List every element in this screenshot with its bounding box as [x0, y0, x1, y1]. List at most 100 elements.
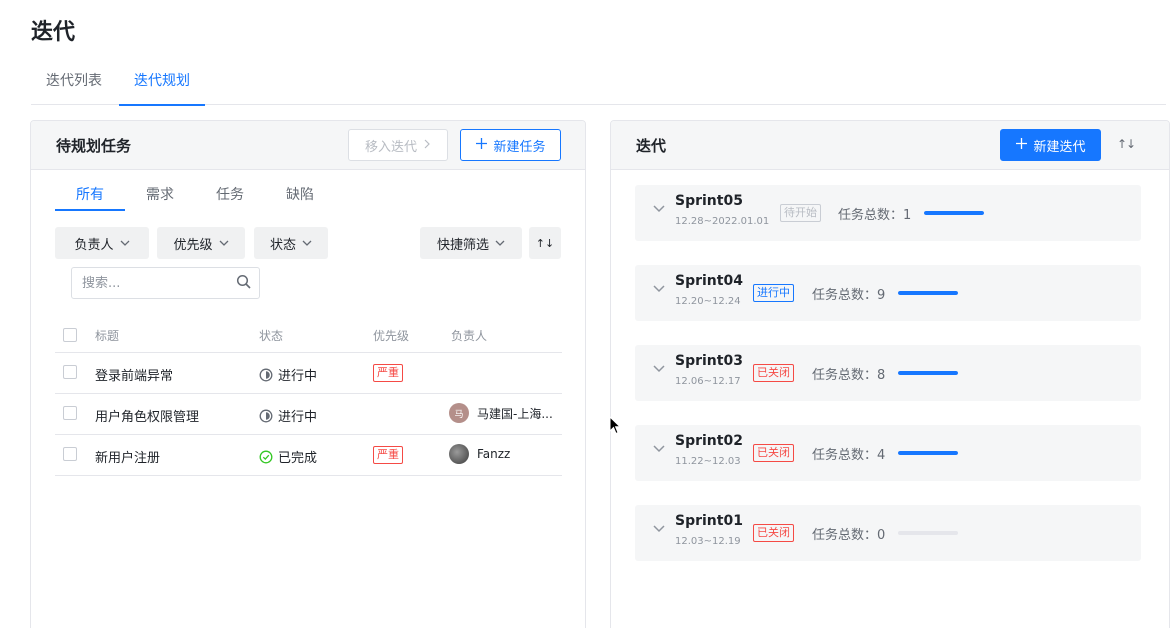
check-circle-icon — [259, 450, 273, 463]
subtab-requirements[interactable]: 需求 — [125, 179, 195, 211]
sort-icon: ↑↓ — [535, 236, 555, 250]
task-count-label: 任务总数： — [812, 448, 878, 463]
task-count-label: 任务总数： — [812, 368, 878, 383]
sprint-name: Sprint02 — [675, 433, 743, 449]
sprint-progress-bar — [924, 211, 984, 215]
sprint-name: Sprint01 — [675, 513, 743, 529]
sprint-dates: 12.28~2022.01.01 — [675, 216, 770, 227]
priority-badge: 严重 — [373, 446, 403, 464]
half-circle-icon — [259, 409, 273, 422]
sprint-task-count: 任务总数：4 — [812, 444, 885, 463]
half-circle-icon — [259, 368, 273, 381]
filter-assignee[interactable]: 负责人 — [55, 227, 149, 259]
task-status-label: 已完成 — [278, 451, 318, 466]
task-status[interactable]: 进行中 — [259, 406, 317, 425]
task-status-label: 进行中 — [278, 410, 318, 425]
progress-fill — [898, 371, 958, 375]
task-title[interactable]: 登录前端异常 — [95, 365, 173, 384]
filter-status-label: 状态 — [269, 237, 296, 253]
new-task-label: 新建任务 — [493, 139, 546, 155]
task-title[interactable]: 用户角色权限管理 — [95, 406, 199, 425]
quick-filter[interactable]: 快捷筛选 — [420, 227, 522, 259]
row-checkbox[interactable] — [63, 365, 77, 379]
sprint-task-count: 任务总数：9 — [812, 284, 885, 303]
task-count-value: 9 — [877, 288, 886, 303]
sprint-panel-header: 迭代 新建迭代 ↑↓ — [611, 121, 1169, 170]
task-count-value: 0 — [877, 528, 886, 543]
chevron-down-icon — [302, 238, 312, 249]
chevron-down-icon — [495, 238, 505, 249]
search-icon[interactable] — [236, 274, 252, 290]
column-priority: 优先级 — [373, 329, 410, 343]
row-checkbox[interactable] — [63, 406, 77, 420]
sprint-status-badge: 已关闭 — [753, 364, 794, 382]
sprint-name: Sprint03 — [675, 353, 743, 369]
chevron-down-icon[interactable] — [653, 203, 665, 216]
new-sprint-button[interactable]: 新建迭代 — [1000, 129, 1101, 161]
priority-badge: 严重 — [373, 364, 403, 382]
tab-sprint-planning[interactable]: 迭代规划 — [119, 60, 205, 106]
search-input[interactable] — [71, 267, 260, 299]
sprint-status-badge: 已关闭 — [753, 524, 794, 542]
task-count-label: 任务总数： — [812, 528, 878, 543]
sort-button[interactable]: ↑↓ — [1117, 137, 1136, 151]
column-assignee: 负责人 — [451, 329, 488, 343]
task-assignee[interactable]: 马 马建国-上海... — [449, 403, 553, 423]
chevron-down-icon — [120, 238, 130, 249]
table-row[interactable]: 新用户注册 已完成 严重 Fanzz — [55, 435, 562, 476]
table-row[interactable]: 用户角色权限管理 进行中 马 马建国-上海... — [55, 394, 562, 435]
quick-filter-label: 快捷筛选 — [436, 237, 489, 253]
move-to-sprint-label: 移入迭代 — [364, 139, 417, 155]
task-count-value: 4 — [877, 448, 886, 463]
table-row[interactable]: 登录前端异常 进行中 严重 — [55, 353, 562, 394]
filter-status[interactable]: 状态 — [254, 227, 328, 259]
sprint-task-count: 任务总数：0 — [812, 524, 885, 543]
progress-fill — [898, 291, 958, 295]
backlog-panel-title: 待规划任务 — [56, 137, 132, 155]
sprint-name: Sprint05 — [675, 193, 743, 209]
subtab-all[interactable]: 所有 — [55, 179, 125, 211]
filter-priority[interactable]: 优先级 — [157, 227, 245, 259]
tab-sprint-list[interactable]: 迭代列表 — [46, 60, 102, 105]
backlog-panel-header: 待规划任务 移入迭代 新建任务 — [31, 121, 585, 170]
filter-assignee-label: 负责人 — [74, 237, 114, 253]
row-checkbox[interactable] — [63, 447, 77, 461]
task-assignee[interactable]: Fanzz — [449, 444, 510, 464]
avatar — [449, 444, 469, 464]
mouse-cursor-icon — [609, 416, 621, 435]
column-status: 状态 — [259, 329, 284, 343]
sprint-status-badge: 已关闭 — [753, 444, 794, 462]
select-all-checkbox[interactable] — [63, 328, 77, 342]
assignee-name: 马建国-上海... — [477, 406, 553, 421]
sprint-status-badge: 待开始 — [780, 204, 821, 222]
sprint-progress-bar — [898, 451, 958, 455]
chevron-down-icon[interactable] — [653, 523, 665, 536]
sprint-progress-bar — [898, 291, 958, 295]
sprint-card[interactable]: Sprint02 11.22~12.03 已关闭 任务总数：4 — [635, 425, 1141, 481]
subtab-tasks[interactable]: 任务 — [195, 179, 265, 211]
chevron-down-icon[interactable] — [653, 363, 665, 376]
filter-priority-label: 优先级 — [173, 237, 213, 253]
move-to-sprint-button[interactable]: 移入迭代 — [348, 129, 448, 161]
sprint-card[interactable]: Sprint04 12.20~12.24 进行中 任务总数：9 — [635, 265, 1141, 321]
chevron-down-icon[interactable] — [653, 283, 665, 296]
task-title[interactable]: 新用户注册 — [95, 447, 160, 466]
task-count-label: 任务总数： — [838, 208, 904, 223]
sprint-panel-title: 迭代 — [636, 137, 667, 155]
sprint-status-badge: 进行中 — [753, 284, 794, 302]
tab-bar: 迭代列表 迭代规划 — [31, 60, 1166, 106]
task-status[interactable]: 进行中 — [259, 365, 317, 384]
sort-button[interactable]: ↑↓ — [529, 227, 561, 259]
progress-fill — [924, 211, 984, 215]
sprint-card[interactable]: Sprint01 12.03~12.19 已关闭 任务总数：0 — [635, 505, 1141, 561]
new-task-button[interactable]: 新建任务 — [460, 129, 561, 161]
task-status[interactable]: 已完成 — [259, 447, 317, 466]
chevron-down-icon[interactable] — [653, 443, 665, 456]
avatar: 马 — [449, 403, 469, 423]
sprint-name: Sprint04 — [675, 273, 743, 289]
sprint-card[interactable]: Sprint03 12.06~12.17 已关闭 任务总数：8 — [635, 345, 1141, 401]
sprint-task-count: 任务总数：1 — [838, 204, 911, 223]
task-count-value: 8 — [877, 368, 886, 383]
sprint-card[interactable]: Sprint05 12.28~2022.01.01 待开始 任务总数：1 — [635, 185, 1141, 241]
subtab-defects[interactable]: 缺陷 — [265, 179, 335, 211]
